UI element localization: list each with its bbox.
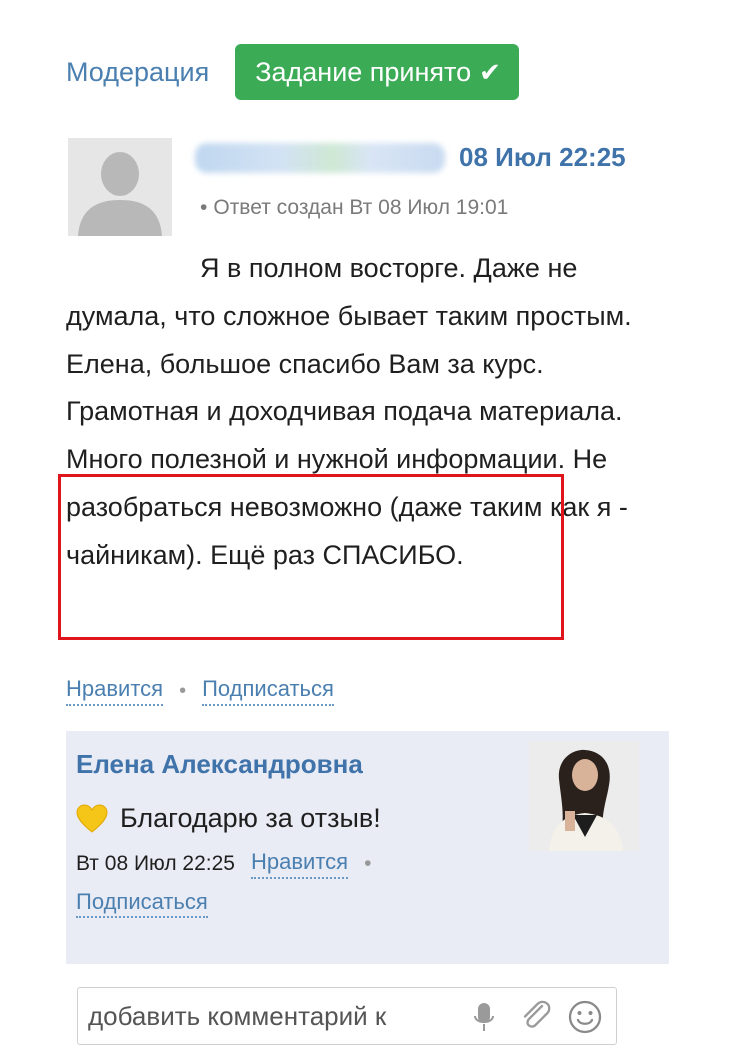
user-silhouette-icon [68,138,172,236]
status-badge-label: Задание принято [255,56,472,87]
reply-author[interactable]: Елена Александровна [76,749,363,780]
review-author-row: 08 Июл 22:25 [195,142,626,173]
separator-dot: • [364,852,372,875]
reply-meta: Вт 08 Июл 22:25 Нравится • [76,849,371,879]
author-photo [529,741,639,851]
header-row: Модерация Задание принято ✔ [66,44,519,100]
check-icon: ✔ [479,56,501,87]
blurred-author-name [195,142,445,173]
reply-like-link[interactable]: Нравится [250,849,349,879]
reply-subscribe-link[interactable]: Подписаться [76,889,208,918]
review-actions: Нравится • Подписаться [66,676,334,706]
status-badge: Задание принято ✔ [235,44,519,100]
like-link[interactable]: Нравится [66,676,164,706]
subscribe-link[interactable]: Подписаться [202,676,334,706]
reply-date: Вт 08 Июл 22:25 [76,852,235,875]
microphone-icon[interactable] [474,1002,494,1034]
reply-box: Елена Александровна Благодарю за отзыв! … [66,731,669,964]
answer-meta: • Ответ создан Вт 08 Июл 19:01 [200,196,508,220]
avatar [68,138,172,236]
answer-meta-text: Ответ создан Вт 08 Июл 19:01 [213,196,509,219]
moderation-link[interactable]: Модерация [66,57,209,88]
highlight-box [58,474,564,640]
review-date: 08 Июл 22:25 [459,142,626,172]
comment-field [77,987,617,1045]
bullet-dot: • [200,196,208,219]
reply-subscribe-row: Подписаться [76,889,208,918]
paperclip-icon[interactable] [520,1000,552,1032]
reply-text-row: Благодарю за отзыв! [76,803,381,834]
reply-text: Благодарю за отзыв! [120,803,381,833]
smile-icon[interactable] [568,1000,602,1034]
reply-author-avatar[interactable] [529,741,639,851]
yellow-heart-icon [76,803,108,833]
separator-dot: • [179,679,187,702]
comment-input[interactable] [88,988,453,1044]
